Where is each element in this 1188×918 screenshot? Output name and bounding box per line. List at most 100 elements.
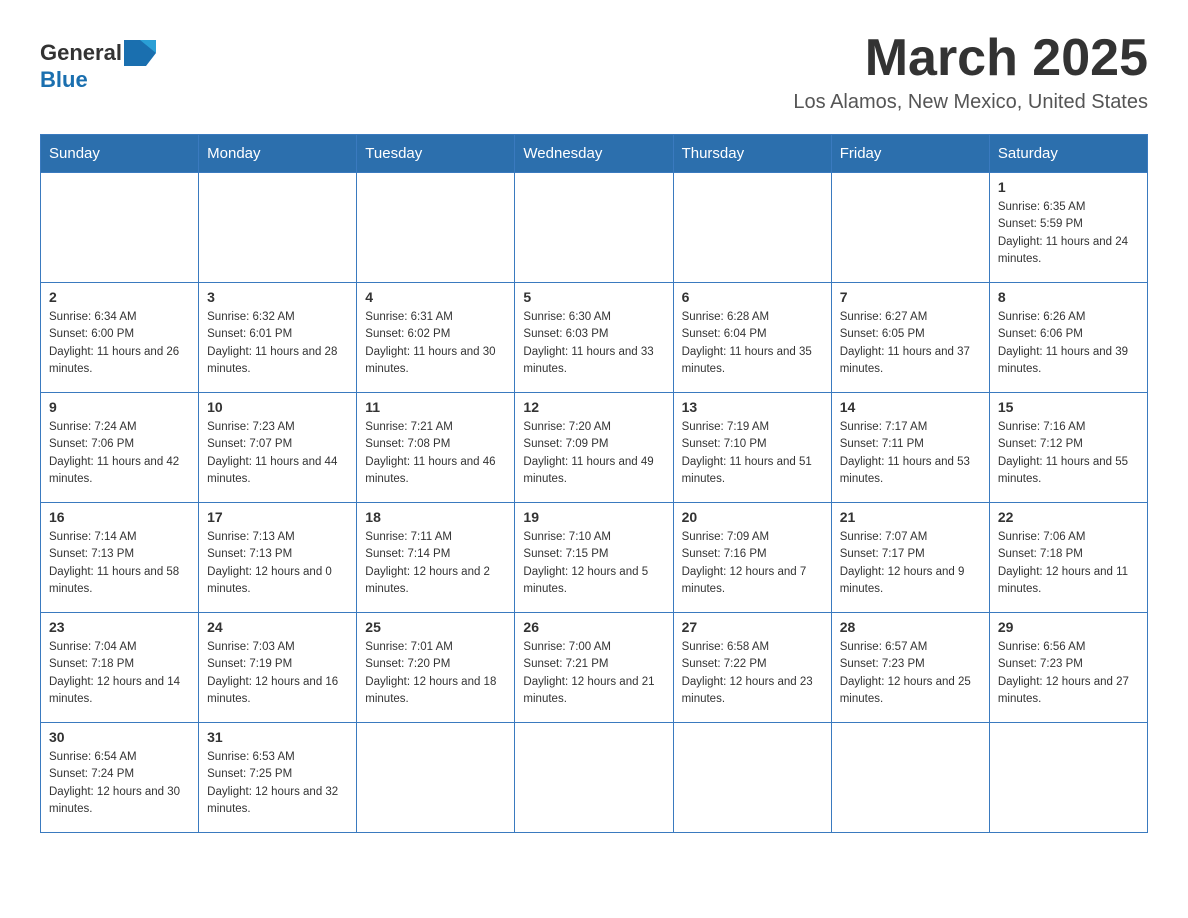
calendar-cell: 1Sunrise: 6:35 AMSunset: 5:59 PMDaylight… xyxy=(989,173,1147,283)
day-number: 13 xyxy=(682,399,823,415)
day-info: Sunrise: 7:16 AMSunset: 7:12 PMDaylight:… xyxy=(998,419,1139,488)
day-number: 7 xyxy=(840,289,981,305)
title-area: March 2025 Los Alamos, New Mexico, Unite… xyxy=(793,30,1148,114)
weekday-header-friday: Friday xyxy=(831,135,989,173)
day-info: Sunrise: 6:56 AMSunset: 7:23 PMDaylight:… xyxy=(998,639,1139,708)
day-info: Sunrise: 7:21 AMSunset: 7:08 PMDaylight:… xyxy=(365,419,506,488)
day-info: Sunrise: 6:35 AMSunset: 5:59 PMDaylight:… xyxy=(998,199,1139,268)
day-info: Sunrise: 7:04 AMSunset: 7:18 PMDaylight:… xyxy=(49,639,190,708)
weekday-header-monday: Monday xyxy=(199,135,357,173)
day-number: 14 xyxy=(840,399,981,415)
logo-icon xyxy=(124,40,156,66)
logo: General Blue xyxy=(40,40,156,93)
calendar-cell: 12Sunrise: 7:20 AMSunset: 7:09 PMDayligh… xyxy=(515,393,673,503)
day-number: 10 xyxy=(207,399,348,415)
day-info: Sunrise: 6:31 AMSunset: 6:02 PMDaylight:… xyxy=(365,309,506,378)
calendar-cell: 29 Sunrise: 6:56 AMSunset: 7:23 PMDayligh… xyxy=(989,613,1147,723)
weekday-header-wednesday: Wednesday xyxy=(515,135,673,173)
calendar-cell: 22 Sunrise: 7:06 AMSunset: 7:18 PMDayligh… xyxy=(989,503,1147,613)
day-info: Sunrise: 7:07 AMSunset: 7:17 PMDaylight:… xyxy=(840,529,981,598)
day-info: Sunrise: 6:27 AMSunset: 6:05 PMDaylight:… xyxy=(840,309,981,378)
calendar-cell: 9Sunrise: 7:24 AMSunset: 7:06 PMDaylight… xyxy=(41,393,199,503)
calendar-cell: 21 Sunrise: 7:07 AMSunset: 7:17 PMDayligh… xyxy=(831,503,989,613)
day-info: Sunrise: 7:24 AMSunset: 7:06 PMDaylight:… xyxy=(49,419,190,488)
calendar-cell xyxy=(673,723,831,833)
calendar-cell: 23Sunrise: 7:04 AMSunset: 7:18 PMDayligh… xyxy=(41,613,199,723)
day-info: Sunrise: 6:57 AMSunset: 7:23 PMDaylight:… xyxy=(840,639,981,708)
day-number: 31 xyxy=(207,729,348,745)
day-number: 29 xyxy=(998,619,1139,635)
calendar-cell: 26Sunrise: 7:00 AMSunset: 7:21 PMDayligh… xyxy=(515,613,673,723)
day-info: Sunrise: 7:06 AMSunset: 7:18 PMDaylight:… xyxy=(998,529,1139,598)
calendar-table: SundayMondayTuesdayWednesdayThursdayFrid… xyxy=(40,134,1148,833)
calendar-cell xyxy=(515,173,673,283)
day-number: 16 xyxy=(49,509,190,525)
day-number: 24 xyxy=(207,619,348,635)
day-info: Sunrise: 6:28 AMSunset: 6:04 PMDaylight:… xyxy=(682,309,823,378)
calendar-cell: 24Sunrise: 7:03 AMSunset: 7:19 PMDayligh… xyxy=(199,613,357,723)
day-info: Sunrise: 7:11 AMSunset: 7:14 PMDaylight:… xyxy=(365,529,506,598)
day-number: 27 xyxy=(682,619,823,635)
calendar-week-5: 23Sunrise: 7:04 AMSunset: 7:18 PMDayligh… xyxy=(41,613,1148,723)
calendar-cell: 19 Sunrise: 7:10 AMSunset: 7:15 PMDayligh… xyxy=(515,503,673,613)
calendar-cell: 7 Sunrise: 6:27 AMSunset: 6:05 PMDaylight… xyxy=(831,283,989,393)
day-info: Sunrise: 6:34 AMSunset: 6:00 PMDaylight:… xyxy=(49,309,190,378)
calendar-cell xyxy=(515,723,673,833)
calendar-cell xyxy=(41,173,199,283)
calendar-cell: 18 Sunrise: 7:11 AMSunset: 7:14 PMDayligh… xyxy=(357,503,515,613)
day-info: Sunrise: 7:14 AMSunset: 7:13 PMDaylight:… xyxy=(49,529,190,598)
day-info: Sunrise: 6:58 AMSunset: 7:22 PMDaylight:… xyxy=(682,639,823,708)
calendar-cell: 15 Sunrise: 7:16 AMSunset: 7:12 PMDayligh… xyxy=(989,393,1147,503)
calendar-cell xyxy=(357,723,515,833)
calendar-cell xyxy=(199,173,357,283)
calendar-cell xyxy=(989,723,1147,833)
calendar-cell: 20Sunrise: 7:09 AMSunset: 7:16 PMDayligh… xyxy=(673,503,831,613)
day-info: Sunrise: 7:09 AMSunset: 7:16 PMDaylight:… xyxy=(682,529,823,598)
calendar-cell: 27 Sunrise: 6:58 AMSunset: 7:22 PMDayligh… xyxy=(673,613,831,723)
day-info: Sunrise: 7:13 AMSunset: 7:13 PMDaylight:… xyxy=(207,529,348,598)
day-number: 17 xyxy=(207,509,348,525)
day-number: 25 xyxy=(365,619,506,635)
day-number: 8 xyxy=(998,289,1139,305)
day-number: 2 xyxy=(49,289,190,305)
day-number: 21 xyxy=(840,509,981,525)
day-info: Sunrise: 7:01 AMSunset: 7:20 PMDaylight:… xyxy=(365,639,506,708)
day-info: Sunrise: 7:00 AMSunset: 7:21 PMDaylight:… xyxy=(523,639,664,708)
calendar-cell: 2 Sunrise: 6:34 AMSunset: 6:00 PMDaylight… xyxy=(41,283,199,393)
day-number: 12 xyxy=(523,399,664,415)
calendar-week-6: 30Sunrise: 6:54 AMSunset: 7:24 PMDayligh… xyxy=(41,723,1148,833)
calendar-week-1: 1Sunrise: 6:35 AMSunset: 5:59 PMDaylight… xyxy=(41,173,1148,283)
weekday-header-row: SundayMondayTuesdayWednesdayThursdayFrid… xyxy=(41,135,1148,173)
day-number: 22 xyxy=(998,509,1139,525)
day-info: Sunrise: 6:26 AMSunset: 6:06 PMDaylight:… xyxy=(998,309,1139,378)
day-info: Sunrise: 7:10 AMSunset: 7:15 PMDaylight:… xyxy=(523,529,664,598)
day-info: Sunrise: 6:30 AMSunset: 6:03 PMDaylight:… xyxy=(523,309,664,378)
page-header: General Blue March 2025 Los Alamos, New … xyxy=(40,30,1148,114)
weekday-header-thursday: Thursday xyxy=(673,135,831,173)
calendar-cell xyxy=(673,173,831,283)
day-number: 18 xyxy=(365,509,506,525)
calendar-cell: 25 Sunrise: 7:01 AMSunset: 7:20 PMDayligh… xyxy=(357,613,515,723)
calendar-week-3: 9Sunrise: 7:24 AMSunset: 7:06 PMDaylight… xyxy=(41,393,1148,503)
calendar-cell xyxy=(831,173,989,283)
calendar-cell: 17 Sunrise: 7:13 AMSunset: 7:13 PMDayligh… xyxy=(199,503,357,613)
weekday-header-saturday: Saturday xyxy=(989,135,1147,173)
calendar-cell: 16 Sunrise: 7:14 AMSunset: 7:13 PMDayligh… xyxy=(41,503,199,613)
day-number: 15 xyxy=(998,399,1139,415)
calendar-cell: 30Sunrise: 6:54 AMSunset: 7:24 PMDayligh… xyxy=(41,723,199,833)
day-info: Sunrise: 7:23 AMSunset: 7:07 PMDaylight:… xyxy=(207,419,348,488)
day-number: 4 xyxy=(365,289,506,305)
calendar-cell: 3Sunrise: 6:32 AMSunset: 6:01 PMDaylight… xyxy=(199,283,357,393)
day-info: Sunrise: 7:19 AMSunset: 7:10 PMDaylight:… xyxy=(682,419,823,488)
calendar-cell: 31 Sunrise: 6:53 AMSunset: 7:25 PMDayligh… xyxy=(199,723,357,833)
day-info: Sunrise: 6:32 AMSunset: 6:01 PMDaylight:… xyxy=(207,309,348,378)
calendar-cell: 11 Sunrise: 7:21 AMSunset: 7:08 PMDayligh… xyxy=(357,393,515,503)
day-number: 11 xyxy=(365,399,506,415)
day-info: Sunrise: 6:53 AMSunset: 7:25 PMDaylight:… xyxy=(207,749,348,818)
day-number: 19 xyxy=(523,509,664,525)
calendar-cell: 28Sunrise: 6:57 AMSunset: 7:23 PMDayligh… xyxy=(831,613,989,723)
weekday-header-sunday: Sunday xyxy=(41,135,199,173)
day-number: 30 xyxy=(49,729,190,745)
calendar-cell: 10 Sunrise: 7:23 AMSunset: 7:07 PMDayligh… xyxy=(199,393,357,503)
calendar-cell: 5Sunrise: 6:30 AMSunset: 6:03 PMDaylight… xyxy=(515,283,673,393)
